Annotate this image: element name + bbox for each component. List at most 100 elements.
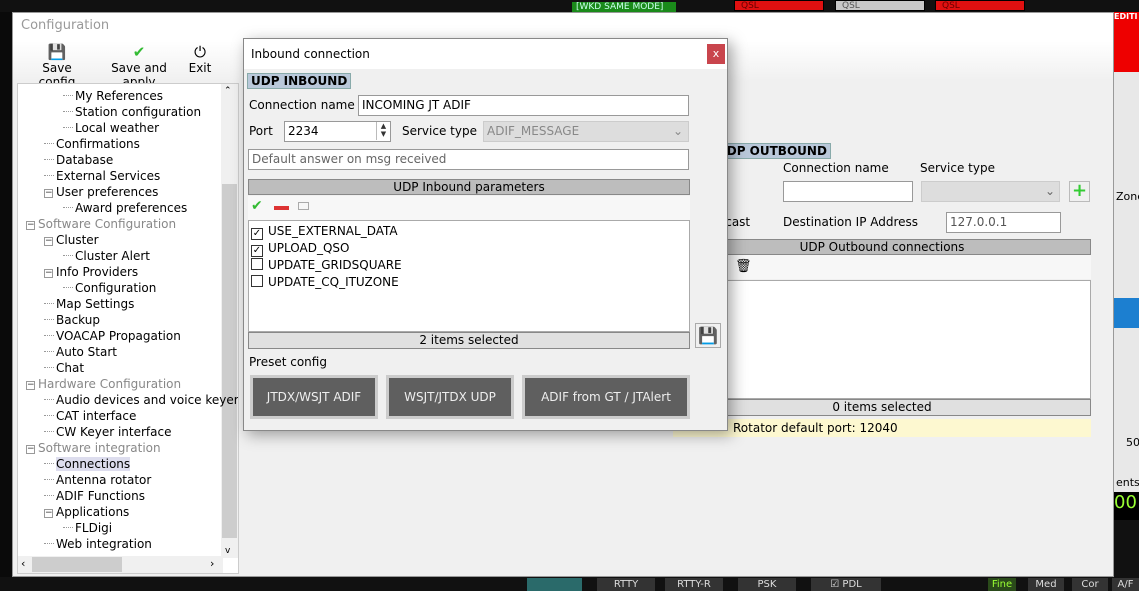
tree-item[interactable]: − Cluster xyxy=(44,232,99,248)
tree-item[interactable]: Local weather xyxy=(63,120,159,136)
checkbox[interactable]: ✓ xyxy=(251,245,263,257)
tree-item-label: Database xyxy=(56,153,114,167)
tree-item[interactable]: Connections xyxy=(44,456,131,472)
tree-item[interactable]: − User preferences xyxy=(44,184,158,200)
tree-item[interactable]: External Services xyxy=(44,168,160,184)
param-item[interactable]: UPDATE_GRIDSQUARE xyxy=(251,257,402,273)
tree-item[interactable]: Station configuration xyxy=(63,104,201,120)
outbound-connection-name-input[interactable] xyxy=(783,181,913,202)
scroll-up-icon[interactable]: ⌃ xyxy=(224,86,232,96)
tree-item[interactable]: − Applications xyxy=(44,504,129,520)
scroll-down-icon[interactable]: v xyxy=(225,546,230,556)
tree-item-label: Audio devices and voice keyer xyxy=(56,393,239,407)
collapse-icon[interactable]: − xyxy=(44,509,53,518)
preset-adif-gt-jtalert-button[interactable]: ADIF from GT / JTAlert xyxy=(522,375,690,419)
tree-vertical-scrollbar[interactable]: ⌃ v xyxy=(221,84,238,558)
param-label: USE_EXTERNAL_DATA xyxy=(268,224,398,238)
connection-name-input[interactable]: INCOMING JT ADIF xyxy=(358,95,689,116)
mode-button-af[interactable]: A/F xyxy=(1112,578,1139,591)
tree-item[interactable]: CW Keyer interface xyxy=(44,424,171,440)
tree-horizontal-scrollbar[interactable]: ‹ › xyxy=(18,556,223,573)
service-type-select[interactable]: ADIF_MESSAGE ⌄ xyxy=(483,121,689,142)
tree-item[interactable]: FLDigi xyxy=(63,520,112,536)
tree-item[interactable]: Database xyxy=(44,152,113,168)
minus-icon[interactable] xyxy=(274,206,289,210)
scrollbar-thumb[interactable] xyxy=(222,184,237,538)
collapse-icon[interactable]: − xyxy=(26,381,35,390)
collapse-icon[interactable]: − xyxy=(26,445,35,454)
dialog-title: Inbound connection xyxy=(244,39,727,69)
default-answer-input[interactable]: Default answer on msg received xyxy=(248,149,689,170)
scroll-right-icon[interactable]: › xyxy=(210,557,214,570)
tree-item[interactable]: Audio devices and voice keyer xyxy=(44,392,239,408)
mode-button-med[interactable]: Med xyxy=(1028,578,1064,591)
tree-item[interactable]: Backup xyxy=(44,312,100,328)
tree-item[interactable]: Cluster Alert xyxy=(63,248,150,264)
tree-item[interactable]: − Software Configuration xyxy=(26,216,176,232)
exit-button[interactable]: ⏻ Exit xyxy=(185,43,215,75)
tree-item[interactable]: − Info Providers xyxy=(44,264,138,280)
chevron-down-icon: ⌄ xyxy=(1044,184,1055,198)
mode-button-cor[interactable]: Cor xyxy=(1072,578,1108,591)
preset-jtdx-wsjt-adif-button[interactable]: JTDX/WSJT ADIF xyxy=(250,375,378,419)
param-item[interactable]: UPDATE_CQ_ITUZONE xyxy=(251,274,399,290)
collapse-icon[interactable]: − xyxy=(44,237,53,246)
scrollbar-thumb[interactable] xyxy=(32,557,122,572)
save-params-button[interactable]: 💾 xyxy=(695,323,721,348)
mode-button-psk[interactable]: PSK xyxy=(738,578,796,591)
preset-wsjt-jtdx-udp-button[interactable]: WSJT/JTDX UDP xyxy=(386,375,514,419)
close-button[interactable]: x xyxy=(707,44,725,64)
copy-icon[interactable] xyxy=(298,202,309,210)
tree-item[interactable]: Configuration xyxy=(63,280,156,296)
collapse-icon[interactable]: − xyxy=(44,269,53,278)
qsl-box: QSL xyxy=(734,0,824,11)
mode-button-rttyr[interactable]: RTTY-R xyxy=(665,578,723,591)
param-item[interactable]: ✓ USE_EXTERNAL_DATA xyxy=(251,223,398,240)
add-outbound-button[interactable]: + xyxy=(1069,181,1090,202)
scroll-left-icon[interactable]: ‹ xyxy=(21,557,25,570)
tree-connector xyxy=(44,543,54,544)
tree-item[interactable]: Web integration xyxy=(44,536,152,552)
mode-button-pdl[interactable]: ☑ PDL xyxy=(811,578,881,591)
collapse-icon[interactable]: − xyxy=(44,189,53,198)
tree-item-label: Connections xyxy=(56,457,131,471)
floppy-icon: 💾 xyxy=(698,326,718,345)
zone-label: Zone xyxy=(1116,190,1139,203)
checkbox[interactable] xyxy=(251,258,263,270)
trash-icon[interactable]: 🗑 xyxy=(735,259,752,274)
tree-item[interactable]: Award preferences xyxy=(63,200,187,216)
tree-item[interactable]: Antenna rotator xyxy=(44,472,151,488)
collapse-icon[interactable]: − xyxy=(26,221,35,230)
checkbox-icon[interactable]: ☑ xyxy=(830,579,842,590)
wkd-same-mode-indicator: [WKD SAME MODE] xyxy=(572,2,676,12)
tree-item[interactable]: − Software integration xyxy=(26,440,161,456)
qsl-box: QSL xyxy=(935,0,1025,11)
mode-button-rtty[interactable]: RTTY xyxy=(597,578,655,591)
tree-item[interactable]: VOACAP Propagation xyxy=(44,328,181,344)
tree-item[interactable]: CAT interface xyxy=(44,408,136,424)
tree-connector xyxy=(44,495,54,496)
tree-item[interactable]: Confirmations xyxy=(44,136,140,152)
mode-button-label: A/F xyxy=(1117,579,1134,590)
mode-button-fine[interactable]: Fine xyxy=(988,578,1016,591)
param-item[interactable]: ✓ UPLOAD_QSO xyxy=(251,240,349,257)
tree-item[interactable]: Chat xyxy=(44,360,84,376)
tree-item[interactable]: Map Settings xyxy=(44,296,134,312)
outbound-connections-list[interactable] xyxy=(673,280,1091,399)
tree-item[interactable]: Auto Start xyxy=(44,344,117,360)
tree-connector xyxy=(44,175,54,176)
spin-arrows-icon[interactable]: ▲ ▼ xyxy=(376,122,390,140)
tree-connector xyxy=(63,95,73,96)
checkbox[interactable] xyxy=(251,275,263,287)
port-spinbox[interactable]: 2234 ▲ ▼ xyxy=(284,121,391,142)
tree-item[interactable]: My References xyxy=(63,88,163,104)
settings-tree[interactable]: ⌃ v ‹ › My References Station configurati… xyxy=(17,83,239,574)
destination-ip-input[interactable]: 127.0.0.1 xyxy=(946,212,1061,233)
outbound-service-type-select[interactable]: ⌄ xyxy=(921,181,1060,202)
checkbox[interactable]: ✓ xyxy=(251,228,263,240)
tree-item[interactable]: ADIF Functions xyxy=(44,488,145,504)
check-all-icon[interactable]: ✔ xyxy=(251,198,263,214)
tree-item[interactable]: − Hardware Configuration xyxy=(26,376,181,392)
tree-item-label: Antenna rotator xyxy=(56,473,152,487)
tree-item-label: CAT interface xyxy=(56,409,137,423)
